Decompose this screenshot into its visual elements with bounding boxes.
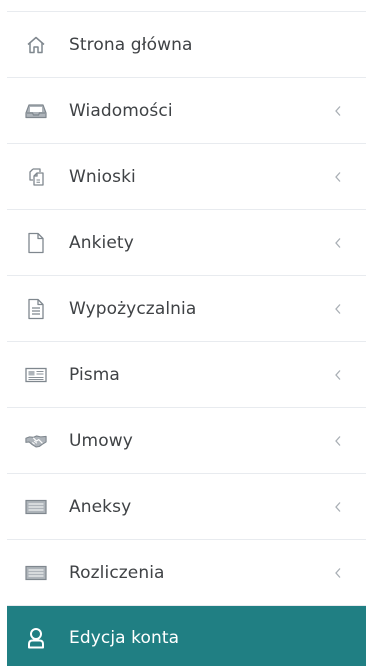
sidebar-item-label: Ankiety — [69, 232, 134, 253]
file-icon — [25, 232, 47, 254]
sidebar-item-label: Wiadomości — [69, 100, 173, 121]
sidebar-item-wypozyczalnia[interactable]: Wypożyczalnia — [7, 276, 366, 342]
sidebar-item-label: Wypożyczalnia — [69, 298, 197, 319]
user-icon — [25, 627, 47, 649]
chevron-left-icon — [335, 303, 341, 314]
document-icon — [25, 298, 47, 320]
inbox-icon — [25, 100, 47, 122]
chevron-left-icon — [335, 171, 341, 182]
chevron-left-icon — [335, 435, 341, 446]
home-icon — [25, 34, 47, 56]
sidebar-item-label: Aneksy — [69, 496, 132, 517]
chevron-left-icon — [335, 237, 341, 248]
chevron-left-icon — [335, 567, 341, 578]
sidebar-item-label: Wnioski — [69, 166, 136, 187]
menu-list: Strona główna Wiadomości Wnioski Ankiety… — [7, 12, 366, 666]
sidebar-item-label: Strona główna — [69, 34, 193, 55]
sidebar-menu: Strona główna Wiadomości Wnioski Ankiety… — [0, 0, 372, 666]
sidebar-item-label: Umowy — [69, 430, 133, 451]
chevron-left-icon — [335, 501, 341, 512]
sidebar-item-umowy[interactable]: Umowy — [7, 408, 366, 474]
copy-icon — [25, 166, 47, 188]
sidebar-item-aneksy[interactable]: Aneksy — [7, 474, 366, 540]
sidebar-item-edycja-konta[interactable]: Edycja konta — [7, 606, 366, 666]
sidebar-item-ankiety[interactable]: Ankiety — [7, 210, 366, 276]
chevron-left-icon — [335, 105, 341, 116]
chevron-left-icon — [335, 369, 341, 380]
keyboard-icon — [25, 562, 47, 584]
sidebar-item-pisma[interactable]: Pisma — [7, 342, 366, 408]
newspaper-icon — [25, 364, 47, 386]
sidebar-item-label: Rozliczenia — [69, 562, 165, 583]
sidebar-item-wnioski[interactable]: Wnioski — [7, 144, 366, 210]
sidebar-item-rozliczenia[interactable]: Rozliczenia — [7, 540, 366, 606]
sidebar-item-label: Pisma — [69, 364, 120, 385]
sidebar-item-strona-glowna[interactable]: Strona główna — [7, 12, 366, 78]
handshake-icon — [25, 430, 47, 452]
sidebar-item-label: Edycja konta — [69, 628, 180, 648]
sidebar-item-wiadomosci[interactable]: Wiadomości — [7, 78, 366, 144]
keyboard-icon — [25, 496, 47, 518]
